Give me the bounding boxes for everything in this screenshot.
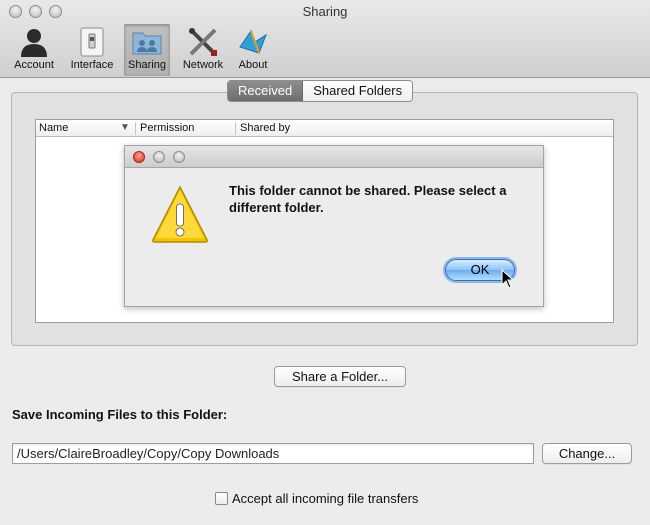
toolbar-sharing[interactable]: Sharing bbox=[124, 24, 170, 76]
toolbar-about[interactable]: About bbox=[232, 24, 274, 76]
dialog-minimize-icon bbox=[153, 151, 165, 163]
dialog-zoom-icon bbox=[173, 151, 185, 163]
dialog-message: This folder cannot be shared. Please sel… bbox=[229, 183, 507, 215]
title-toolbar: Sharing Account Interface Sharing Networ… bbox=[0, 0, 650, 78]
network-icon bbox=[189, 28, 217, 56]
toolbar-interface[interactable]: Interface bbox=[64, 24, 120, 76]
alert-dialog: This folder cannot be shared. Please sel… bbox=[124, 145, 544, 307]
window-title: Sharing bbox=[302, 4, 348, 19]
column-permission[interactable]: Permission bbox=[140, 122, 194, 134]
save-folder-label: Save Incoming Files to this Folder: bbox=[12, 407, 228, 422]
toolbar-account[interactable]: Account bbox=[8, 24, 60, 76]
toolbar-label: About bbox=[238, 59, 268, 71]
toolbar-label: Interface bbox=[70, 59, 114, 71]
toolbar-label: Network bbox=[182, 59, 224, 71]
about-icon bbox=[239, 29, 268, 54]
dialog-close-icon[interactable] bbox=[133, 151, 145, 163]
accept-transfers-checkbox[interactable] bbox=[215, 492, 228, 505]
warning-icon bbox=[152, 185, 208, 243]
sharing-window: Sharing Account Interface Sharing Networ… bbox=[0, 0, 650, 525]
column-name[interactable]: Name bbox=[39, 122, 68, 134]
change-button[interactable]: Change... bbox=[542, 443, 632, 464]
account-icon bbox=[21, 29, 47, 57]
toolbar-network[interactable]: Network bbox=[178, 24, 228, 76]
save-path-field[interactable]: /Users/ClaireBroadley/Copy/Copy Download… bbox=[12, 443, 534, 464]
sort-descending-icon[interactable]: ▼ bbox=[120, 122, 130, 133]
table-header: Name ▼ Permission Shared by bbox=[36, 120, 613, 137]
pointer-cursor-icon bbox=[501, 269, 515, 289]
column-divider bbox=[135, 122, 136, 135]
toolbar-label: Sharing bbox=[128, 59, 166, 71]
column-divider bbox=[235, 122, 236, 135]
column-shared-by[interactable]: Shared by bbox=[240, 122, 290, 134]
sharing-icon bbox=[132, 32, 162, 55]
tab-shared-folders[interactable]: Shared Folders bbox=[303, 81, 413, 101]
toolbar-label: Account bbox=[14, 59, 54, 71]
share-folder-button[interactable]: Share a Folder... bbox=[274, 366, 406, 387]
interface-icon bbox=[80, 27, 104, 57]
dialog-titlebar bbox=[125, 146, 543, 168]
accept-transfers-label: Accept all incoming file transfers bbox=[232, 491, 419, 506]
tab-segmented-control: Received Shared Folders bbox=[227, 80, 414, 102]
tab-received[interactable]: Received bbox=[228, 81, 304, 101]
